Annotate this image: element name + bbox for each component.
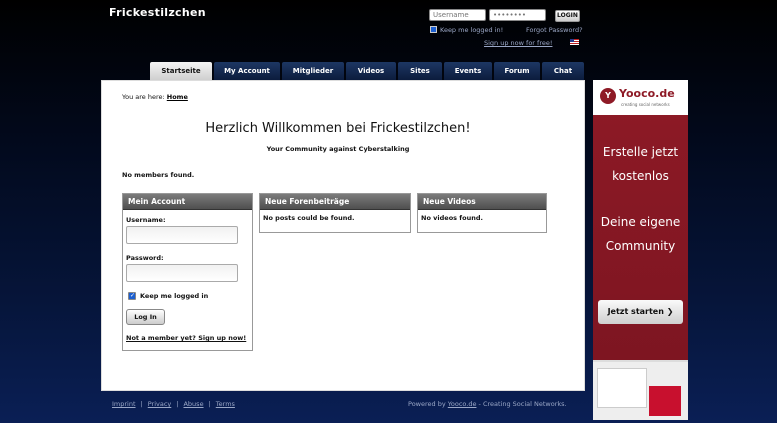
footer-abuse-link[interactable]: Abuse (183, 400, 203, 408)
tab-sites[interactable]: Sites (398, 62, 442, 80)
header-login-button[interactable]: LOGIN (555, 10, 580, 22)
ad-cta-button[interactable]: Jetzt starten ❯ (598, 300, 683, 324)
ad-screenshot (593, 360, 688, 420)
footer-terms-link[interactable]: Terms (216, 400, 235, 408)
account-box: Mein Account Username: Password: Keep me… (122, 193, 253, 351)
ad-headline-2: Deine eigene Community (600, 215, 681, 253)
videos-box-title: Neue Videos (418, 194, 546, 210)
account-box-title: Mein Account (123, 194, 252, 210)
ad-logo: Yooco.de (619, 87, 675, 100)
site-title[interactable]: Frickestilzchen (109, 6, 206, 19)
tab-startseite[interactable]: Startseite (150, 62, 212, 80)
powered-by: Powered by Yooco.de - Creating Social Ne… (408, 400, 567, 408)
login-button[interactable]: Log In (126, 309, 165, 325)
username-input[interactable] (126, 226, 238, 244)
yooco-ad-banner[interactable]: Y Yooco.de creating social networks Erst… (593, 80, 688, 420)
tab-mitglieder[interactable]: Mitglieder (282, 62, 344, 80)
forum-box-title: Neue Forenbeiträge (260, 194, 410, 210)
forgot-password-link[interactable]: Forgot Password? (526, 26, 583, 34)
videos-box-message: No videos found. (421, 214, 483, 222)
powered-by-link[interactable]: Yooco.de (448, 400, 477, 408)
videos-box: Neue Videos No videos found. (417, 193, 547, 233)
main-content: You are here: Home Herzlich Willkommen b… (101, 80, 585, 391)
forum-box-message: No posts could be found. (263, 214, 355, 222)
tab-forum[interactable]: Forum (494, 62, 540, 80)
no-members-text: No members found. (122, 171, 195, 179)
header-username-input[interactable] (429, 9, 486, 21)
us-flag-icon[interactable] (570, 39, 579, 45)
keep-logged-in-label: Keep me logged in (140, 292, 209, 300)
breadcrumb: You are here: Home (122, 93, 188, 101)
forum-box: Neue Forenbeiträge No posts could be fou… (259, 193, 411, 233)
ad-header: Y Yooco.de creating social networks (593, 80, 688, 115)
checkbox-icon[interactable] (430, 25, 437, 33)
breadcrumb-home-link[interactable]: Home (167, 93, 188, 101)
tab-videos[interactable]: Videos (346, 62, 396, 80)
footer-privacy-link[interactable]: Privacy (148, 400, 172, 408)
footer-imprint-link[interactable]: Imprint (112, 400, 136, 408)
tab-chat[interactable]: Chat (542, 62, 584, 80)
yooco-logo-icon: Y (600, 88, 616, 104)
password-label: Password: (126, 254, 164, 262)
page-subtitle: Your Community against Cyberstalking (266, 145, 410, 153)
password-input[interactable] (126, 264, 238, 282)
ad-headline-1: Erstelle jetzt kostenlos (602, 145, 679, 183)
footer-links: Imprint | Privacy | Abuse | Terms (112, 400, 235, 408)
header-keep-logged-in[interactable]: Keep me logged in! (430, 25, 503, 34)
header-password-input[interactable] (489, 9, 546, 21)
signup-link[interactable]: Sign up now for free! (484, 39, 552, 47)
tab-my-account[interactable]: My Account (214, 62, 280, 80)
signup-now-link[interactable]: Not a member yet? Sign up now! (126, 334, 246, 342)
keep-logged-in-checkbox[interactable] (128, 292, 136, 300)
username-label: Username: (126, 216, 166, 224)
page-title: Herzlich Willkommen bei Frickestilzchen! (205, 121, 471, 136)
ad-tagline: creating social networks (621, 102, 670, 107)
tab-events[interactable]: Events (444, 62, 492, 80)
